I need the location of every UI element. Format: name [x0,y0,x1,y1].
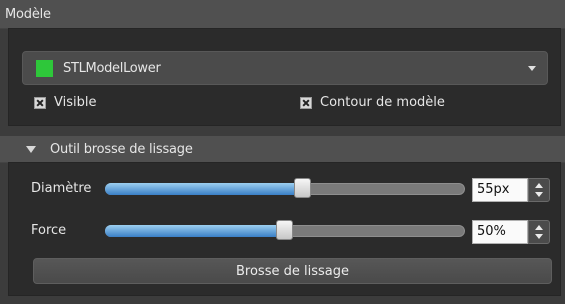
force-slider-thumb[interactable] [276,220,293,240]
diameter-spinbox[interactable]: 55px [472,178,550,202]
diameter-slider-fill [105,183,303,195]
tool-section-title: Outil brosse de lissage [50,141,193,157]
force-slider[interactable] [105,220,465,240]
diameter-stepper[interactable] [528,178,550,202]
model-select-dropdown[interactable]: STLModelLower [22,51,548,85]
model-section-header: Modèle [0,0,565,29]
force-slider-fill [105,225,285,237]
visible-checkbox[interactable] [34,96,46,109]
model-section-title: Modèle [5,6,51,22]
chevron-down-icon [528,66,536,71]
diameter-slider[interactable] [105,178,465,198]
tool-section-header[interactable]: Outil brosse de lissage [0,136,565,163]
stepper-up-icon[interactable] [535,225,543,230]
diameter-value-input[interactable]: 55px [472,178,528,202]
stepper-down-icon[interactable] [535,192,543,197]
smoothing-brush-button[interactable]: Brosse de lissage [33,258,552,284]
force-label: Force [31,223,67,238]
contour-checkbox-row[interactable]: Contour de modèle [300,95,445,110]
force-spinbox[interactable]: 50% [472,220,550,244]
model-color-swatch[interactable] [36,59,53,77]
model-select-value: STLModelLower [63,60,161,76]
diameter-label: Diamètre [31,181,92,196]
visible-checkbox-row[interactable]: Visible [34,95,96,110]
force-stepper[interactable] [528,220,550,244]
triangle-down-icon[interactable] [26,145,36,153]
visible-checkbox-label: Visible [54,95,97,110]
contour-checkbox[interactable] [300,96,312,109]
stepper-up-icon[interactable] [535,183,543,188]
contour-checkbox-label: Contour de modèle [320,95,445,110]
stepper-down-icon[interactable] [535,234,543,239]
diameter-slider-thumb[interactable] [294,178,311,198]
force-value-input[interactable]: 50% [472,220,528,244]
